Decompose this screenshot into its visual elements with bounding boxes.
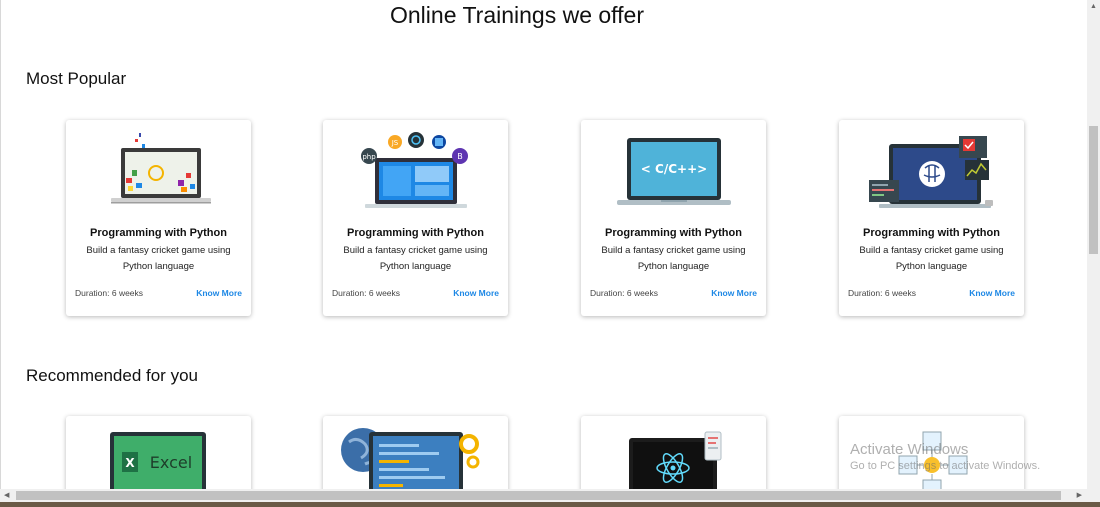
scroll-left-arrow-icon[interactable]: ◀ xyxy=(4,491,9,499)
course-card-3[interactable]: < C/C++> Programming with Python Build a… xyxy=(581,120,766,316)
course-title: Programming with Python xyxy=(90,227,227,239)
course-title: Programming with Python xyxy=(347,227,484,239)
course-duration: Duration: 6 weeks xyxy=(590,288,659,298)
course-title: Programming with Python xyxy=(863,227,1000,239)
scroll-right-arrow-icon[interactable]: ▶ xyxy=(1077,491,1082,499)
course-card-2[interactable]: php JS B Programming with Python Build a… xyxy=(323,120,508,316)
svg-text:X: X xyxy=(125,456,135,470)
section-title-most-popular: Most Popular xyxy=(26,69,127,88)
page-viewport: Online Trainings we offer Most Popular P… xyxy=(0,0,1087,489)
know-more-link[interactable]: Know More xyxy=(969,288,1015,298)
excel-laptop-illustration: X Excel xyxy=(110,432,206,489)
section-title-recommended: Recommended for you xyxy=(26,366,198,385)
scrollbar-corner xyxy=(1087,489,1100,502)
svg-text:B: B xyxy=(457,152,463,161)
know-more-link[interactable]: Know More xyxy=(196,288,242,298)
svg-text:php: php xyxy=(362,153,376,161)
screen-text: < C/C++> xyxy=(641,162,707,176)
recommended-card-3[interactable] xyxy=(581,416,766,489)
svg-text:JS: JS xyxy=(391,139,399,147)
taskbar-strip xyxy=(0,502,1100,507)
course-description: Build a fantasy cricket game using Pytho… xyxy=(859,245,1004,272)
course-description: Build a fantasy cricket game using Pytho… xyxy=(601,245,746,272)
know-more-link[interactable]: Know More xyxy=(711,288,757,298)
excel-label: Excel xyxy=(150,453,192,472)
vertical-scrollbar[interactable]: ▲ xyxy=(1087,0,1100,489)
course-description: Build a fantasy cricket game using Pytho… xyxy=(343,245,488,272)
vertical-scroll-thumb[interactable] xyxy=(1089,126,1098,254)
react-laptop-illustration xyxy=(629,431,722,489)
scroll-up-arrow-icon[interactable]: ▲ xyxy=(1090,3,1097,10)
recommended-card-4[interactable] xyxy=(839,416,1024,489)
course-duration: Duration: 6 weeks xyxy=(848,288,917,298)
coding-globe-illustration xyxy=(341,428,480,489)
blockchain-cubes-illustration xyxy=(898,431,968,489)
course-duration: Duration: 6 weeks xyxy=(332,288,401,298)
know-more-link[interactable]: Know More xyxy=(453,288,499,298)
machine-learning-brain-illustration xyxy=(869,136,993,208)
course-title: Programming with Python xyxy=(605,227,742,239)
recommended-card-2[interactable] xyxy=(323,416,508,489)
course-description: Build a fantasy cricket game using Pytho… xyxy=(86,245,231,272)
page-title: Online Trainings we offer xyxy=(390,2,644,28)
course-card-4[interactable]: Programming with Python Build a fantasy … xyxy=(839,120,1024,316)
c-cpp-laptop-illustration: < C/C++> xyxy=(617,138,731,205)
python-laptop-illustration xyxy=(111,133,211,204)
recommended-card-1[interactable]: X Excel xyxy=(66,416,251,489)
horizontal-scrollbar[interactable]: ◀ ▶ xyxy=(0,489,1087,502)
course-card-1[interactable]: Programming with Python Build a fantasy … xyxy=(66,120,251,316)
horizontal-scroll-thumb[interactable] xyxy=(16,491,1061,500)
course-duration: Duration: 6 weeks xyxy=(75,288,144,298)
web-tech-laptop-illustration: php JS B xyxy=(361,132,468,208)
